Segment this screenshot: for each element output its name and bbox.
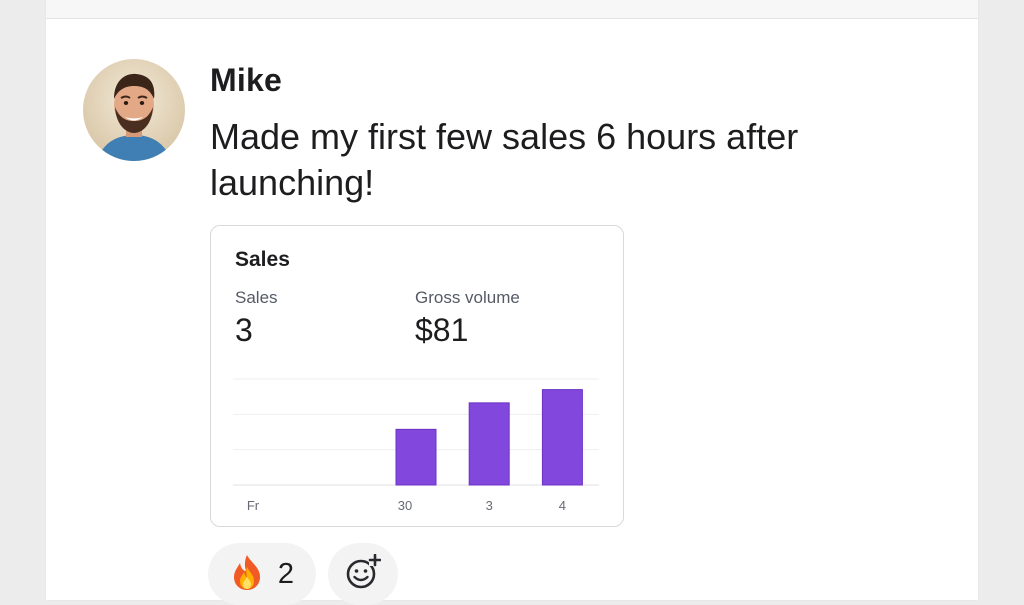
sales-card[interactable]: Sales Sales 3 Gross volume $81 Fr 30 3 4 <box>210 225 624 527</box>
chart-ticks: Fr 30 3 4 <box>247 498 566 513</box>
chart-tick-label: Fr <box>247 498 260 513</box>
avatar[interactable] <box>83 59 185 161</box>
post-text: Made my first few sales 6 hours after la… <box>210 116 799 203</box>
chart-bar <box>395 428 437 486</box>
post-page: Mike Made my first few sales 6 hours aft… <box>46 0 978 605</box>
fire-reaction-count: 2 <box>277 557 295 590</box>
previous-post-edge <box>46 0 978 19</box>
add-reaction-button[interactable] <box>328 543 398 605</box>
chart-bars <box>395 389 583 486</box>
fire-emoji-icon <box>230 553 264 596</box>
chart-tick-label: 30 <box>398 498 412 513</box>
chart-tick-label: 4 <box>559 498 566 513</box>
author-name[interactable]: Mike <box>210 62 282 99</box>
chart-bar <box>541 389 583 486</box>
fire-reaction-button[interactable]: 2 <box>208 543 316 605</box>
chart-bar <box>468 402 510 486</box>
add-reaction-icon <box>345 553 382 595</box>
chart-tick-label: 3 <box>486 498 493 513</box>
sales-chart: Fr 30 3 4 <box>233 378 599 513</box>
